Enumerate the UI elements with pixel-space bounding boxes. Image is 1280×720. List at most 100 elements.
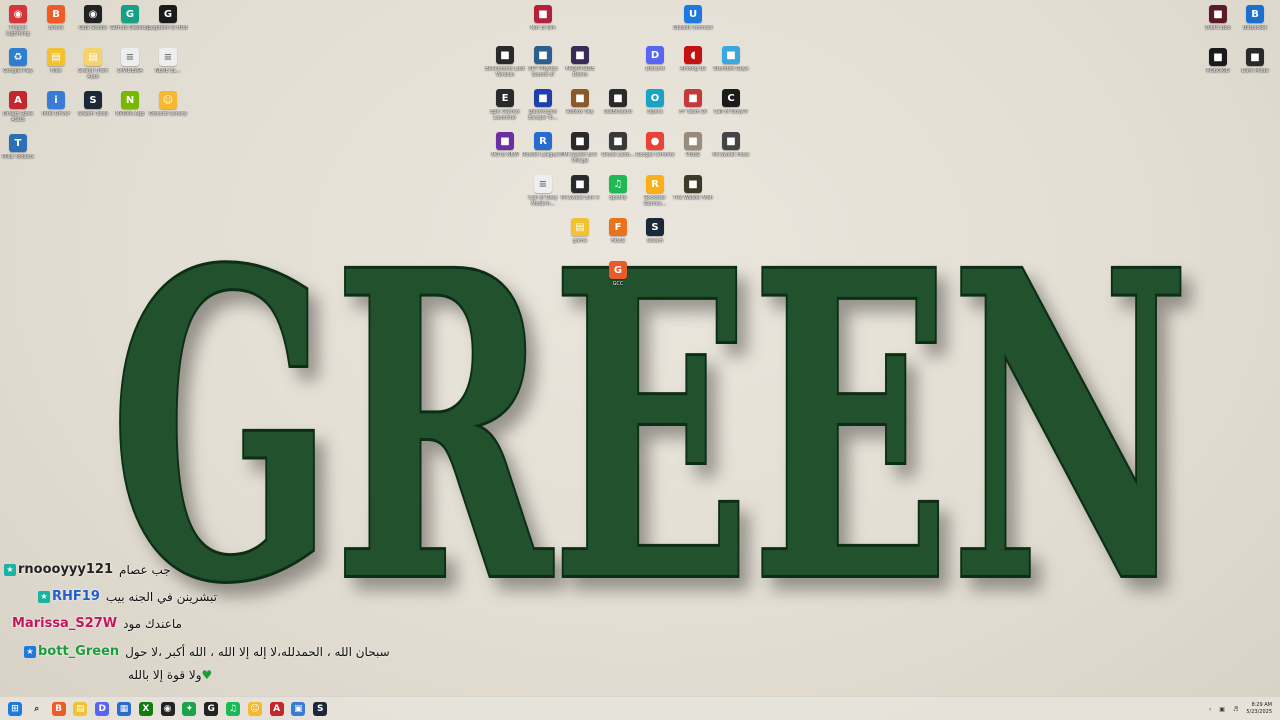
start-button[interactable]: ⊞	[8, 702, 22, 716]
desktop-icon[interactable]: ♫ Spotify	[598, 175, 638, 201]
desktop-icon[interactable]: ■ Dad's Boo	[1198, 5, 1238, 31]
discord-canary-taskbar[interactable]: ☺	[247, 702, 262, 716]
desktop-icon-label: Steam Tools	[77, 111, 109, 117]
desktop-icon[interactable]: ■ ROBOKID	[1198, 48, 1238, 74]
bitbucket-icon: B	[1246, 5, 1264, 23]
toolbox-icon: T	[9, 134, 27, 152]
xbox-taskbar[interactable]: X	[138, 702, 153, 716]
desktop-icon[interactable]: ■ Dark Mode	[1235, 48, 1275, 74]
chat-username[interactable]: RHF19	[52, 589, 100, 604]
desktop-icon[interactable]: ≡ DIVIDEWA	[110, 48, 150, 74]
desktop-icon[interactable]: ◖ Among Us	[673, 46, 713, 72]
desktop-icon[interactable]: ■ SPY Physics Sound of	[523, 46, 563, 78]
chat-username[interactable]: bott_Green	[38, 644, 119, 659]
volume-icon[interactable]: ♬	[1233, 706, 1238, 713]
desktop-icon-label: Nur El Din	[530, 25, 556, 31]
chat-message: ولا قوة إلا بالله ♥	[122, 668, 212, 682]
desktop-icon[interactable]: G GitHub Desktop	[110, 5, 150, 31]
desktop-icon[interactable]: A Dream Rock ASUS	[0, 91, 38, 123]
desktop-icon[interactable]: i Intel Driver	[36, 91, 76, 117]
desktop-icon[interactable]: ▤ game	[560, 218, 600, 244]
folder-icon: ▤	[571, 218, 589, 236]
folder-icon: ▤	[47, 48, 65, 66]
desktop-icon[interactable]: ▤ Grand Theft Auto	[73, 48, 113, 80]
robot-taskbar[interactable]: ✦	[182, 702, 197, 716]
store-taskbar[interactable]: ▦	[117, 702, 131, 716]
discord-taskbar[interactable]: D	[95, 702, 110, 716]
desktop-icon[interactable]: ▤ Files	[36, 48, 76, 74]
desktop-icon[interactable]: G Logitech G HUB	[148, 5, 188, 31]
desktop-icon[interactable]: ■ Nur El Din	[523, 5, 563, 31]
desktop-icon[interactable]: ◉ Project Lightning	[0, 5, 38, 37]
desktop-icon[interactable]: ☺ Discord Canary	[148, 91, 188, 117]
steam-icon: S	[84, 91, 102, 109]
desktop-icon[interactable]: ■ Mr.Sweet Hoss	[711, 132, 751, 158]
desktop-icon-label: Ghost Ledo...	[601, 152, 635, 158]
chat-username[interactable]: Marissa_S27W	[12, 616, 117, 631]
window-taskbar[interactable]: ▣	[291, 702, 306, 716]
desktop-icon[interactable]: ■ Backrooms Lost Version	[485, 46, 525, 78]
desktop-icon[interactable]: C Call of Duty®	[711, 89, 751, 115]
desktop-icon-label: Dark Mode	[1241, 68, 1269, 74]
desktop-icon[interactable]: ■ Backrooms Escape To...	[523, 89, 563, 121]
desktop-icon-label: Stumble Guys	[713, 66, 749, 72]
desktop-icon[interactable]: D Discord	[635, 46, 675, 72]
spotify-taskbar[interactable]: ♫	[226, 702, 240, 716]
desktop-icon[interactable]: ■ Roblox Sky	[560, 89, 600, 115]
desktop-icon[interactable]: E Epic Games Launcher	[485, 89, 525, 121]
desktop-icon[interactable]: N NVIDIA App	[110, 91, 150, 117]
discord-icon: D	[98, 704, 106, 714]
folder-icon: ▤	[76, 704, 85, 714]
desktop-icon[interactable]: ■ Stumble Guys	[711, 46, 751, 72]
desktop-icon[interactable]: B Brave	[36, 5, 76, 31]
desktop-icon[interactable]: S Steam	[635, 218, 675, 244]
desktop-icon-label: Ubisoft Connect	[673, 25, 713, 31]
game-icon: ■	[496, 132, 514, 150]
desktop-icon-label: Call of Duty Modern...	[528, 195, 558, 207]
desktop-icon[interactable]: ■ Mr.Sweet Evil Village	[560, 132, 600, 164]
desktop-icon[interactable]: ■ Ghost Ledo...	[598, 132, 638, 158]
desktop-icon[interactable]: ♻ Google Play	[0, 48, 38, 74]
gcc-icon: G	[609, 261, 627, 279]
search-button[interactable]: ⌕	[30, 702, 44, 716]
game-icon: ■	[684, 89, 702, 107]
desktop-icon[interactable]: ■ PUBG	[673, 132, 713, 158]
desktop-icon[interactable]: ■ NOTE NEW	[485, 132, 525, 158]
desktop-icon[interactable]: S Steam Tools	[73, 91, 113, 117]
desktop-icon[interactable]: ■ Mr.Sweet Evil 4	[560, 175, 600, 201]
desktop-icon[interactable]: ■ FF Team DI	[673, 89, 713, 115]
desktop-icon[interactable]: ◉ OBS Studio	[73, 5, 113, 31]
desktop-icon-label: Project Lightning	[6, 25, 30, 37]
desktop-icon[interactable]: O Opera	[635, 89, 675, 115]
tray-overflow-chevron-icon[interactable]: ‹	[1209, 706, 1211, 713]
desktop-icon[interactable]: ● Google Chrome	[635, 132, 675, 158]
brave-icon: B	[55, 704, 63, 714]
taskbar-clock[interactable]: 8:29 AM 5/23/2025	[1246, 702, 1272, 716]
desktop-icon[interactable]: ■ The Walker Moh	[673, 175, 713, 201]
desktop-icon[interactable]: ■ DalBlueard	[598, 89, 638, 115]
desktop-icon[interactable]: B BitBucket	[1235, 5, 1275, 31]
desktop-icon[interactable]: G GCC	[598, 261, 638, 287]
desktop-icon[interactable]: T Mika Toolbox	[0, 134, 38, 160]
steam-taskbar[interactable]: S	[313, 702, 328, 716]
github-taskbar[interactable]: G	[204, 702, 219, 716]
desktop-icon-label: Epic Games Launcher	[490, 109, 520, 121]
desktop-icon[interactable]: ■ FRONTSIDE Demo	[560, 46, 600, 78]
explorer-taskbar[interactable]: ▤	[73, 702, 88, 716]
desktop-icon[interactable]: R Rockstar Games...	[635, 175, 675, 207]
desktop-icon[interactable]: R Rocket League®	[522, 132, 564, 158]
desktop-icon-label: DalBlueard	[604, 109, 632, 115]
desktop-icon[interactable]: ≡ NEUE EL...	[148, 48, 188, 74]
asus-taskbar[interactable]: A	[269, 702, 284, 716]
chat-username[interactable]: rnoooyyy121	[18, 562, 113, 577]
network-icon[interactable]: ▣	[1219, 706, 1225, 713]
game-icon: ■	[1209, 48, 1227, 66]
smiley-icon: ☺	[159, 91, 177, 109]
obs-taskbar[interactable]: ◉	[160, 702, 175, 716]
desktop-icon[interactable]: F Fat32	[598, 218, 638, 244]
desktop-icon-label: Roblox Sky	[566, 109, 594, 115]
brave-taskbar[interactable]: B	[51, 702, 66, 716]
desktop-icon[interactable]: ≡ Call of Duty Modern...	[523, 175, 563, 207]
desktop-icon-label: NOTE NEW	[491, 152, 519, 158]
desktop-icon[interactable]: U Ubisoft Connect	[673, 5, 713, 31]
